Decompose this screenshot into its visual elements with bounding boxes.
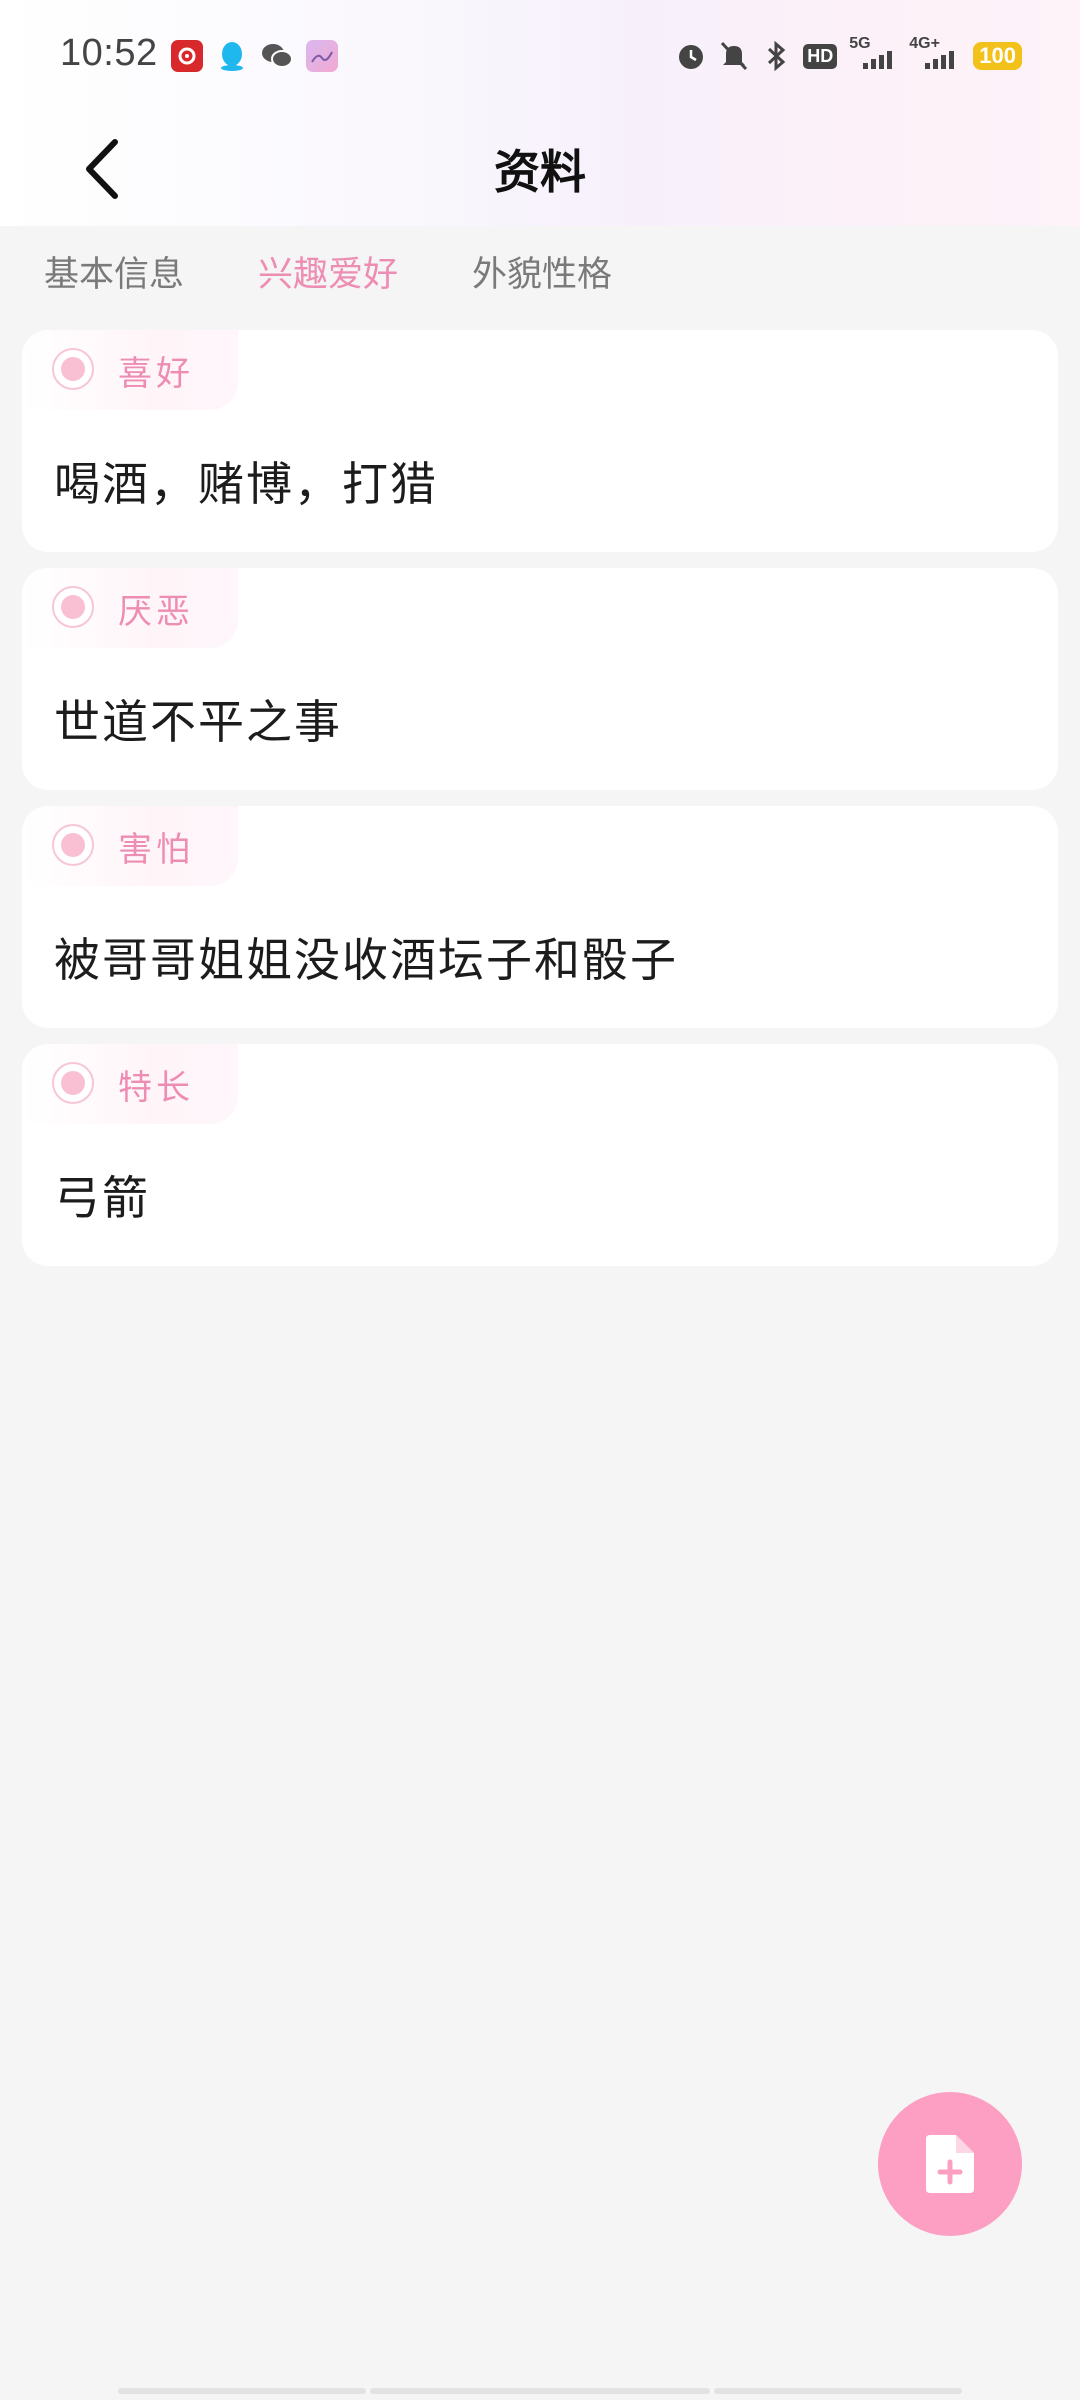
page-title: 资料 <box>494 145 586 199</box>
card-tag: 厌恶 <box>22 568 238 648</box>
gallery-app-icon <box>306 40 338 72</box>
tab-basic-info[interactable]: 基本信息 <box>44 246 184 297</box>
status-bar: 10:52 HD 5G 4G+ 100 <box>0 0 1080 112</box>
info-card-dislikes[interactable]: 厌恶 世道不平之事 <box>22 568 1058 790</box>
card-value: 被哥哥姐姐没收酒坛子和骰子 <box>54 933 678 987</box>
card-value: 弓箭 <box>54 1171 150 1225</box>
status-time: 10:52 <box>60 32 158 74</box>
card-label: 厌恶 <box>118 592 194 632</box>
info-card-fears[interactable]: 害怕 被哥哥姐姐没收酒坛子和骰子 <box>22 806 1058 1028</box>
netease-music-icon <box>171 40 203 72</box>
card-label: 特长 <box>118 1068 194 1108</box>
wechat-icon <box>261 40 293 72</box>
radio-dot-icon <box>52 586 94 628</box>
hd-label: HD <box>803 43 838 69</box>
tab-bar: 基本信息 兴趣爱好 外貌性格 <box>0 238 1080 308</box>
card-tag: 害怕 <box>22 806 238 886</box>
card-label: 喜好 <box>118 354 194 394</box>
4g-signal-icon: 4G+ <box>909 35 961 73</box>
gesture-bar <box>714 2388 962 2394</box>
gesture-bar <box>118 2388 366 2394</box>
card-value: 喝酒，赌博，打猎 <box>54 457 438 511</box>
status-icons: HD 5G 4G+ 100 <box>675 35 1022 74</box>
radio-dot-icon <box>52 348 94 390</box>
card-label: 害怕 <box>118 830 194 870</box>
battery-icon: 100 <box>973 42 1022 70</box>
info-card-skills[interactable]: 特长 弓箭 <box>22 1044 1058 1266</box>
hd-icon: HD <box>803 39 838 73</box>
card-tag: 喜好 <box>22 330 238 410</box>
mute-icon <box>719 39 749 73</box>
tab-appearance[interactable]: 外貌性格 <box>472 246 612 297</box>
gesture-bar <box>370 2388 710 2394</box>
card-tag: 特长 <box>22 1044 238 1124</box>
5g-signal-icon: 5G <box>849 35 897 73</box>
alarm-icon <box>675 39 707 73</box>
nav-bar: 资料 <box>0 112 1080 226</box>
bluetooth-icon <box>761 39 791 73</box>
radio-dot-icon <box>52 824 94 866</box>
tab-interests[interactable]: 兴趣爱好 <box>258 246 398 297</box>
radio-dot-icon <box>52 1062 94 1104</box>
add-document-button[interactable] <box>878 2092 1022 2236</box>
qq-icon <box>216 40 248 72</box>
card-value: 世道不平之事 <box>54 695 342 749</box>
add-file-icon <box>926 2135 974 2193</box>
info-card-likes[interactable]: 喜好 喝酒，赌博，打猎 <box>22 330 1058 552</box>
